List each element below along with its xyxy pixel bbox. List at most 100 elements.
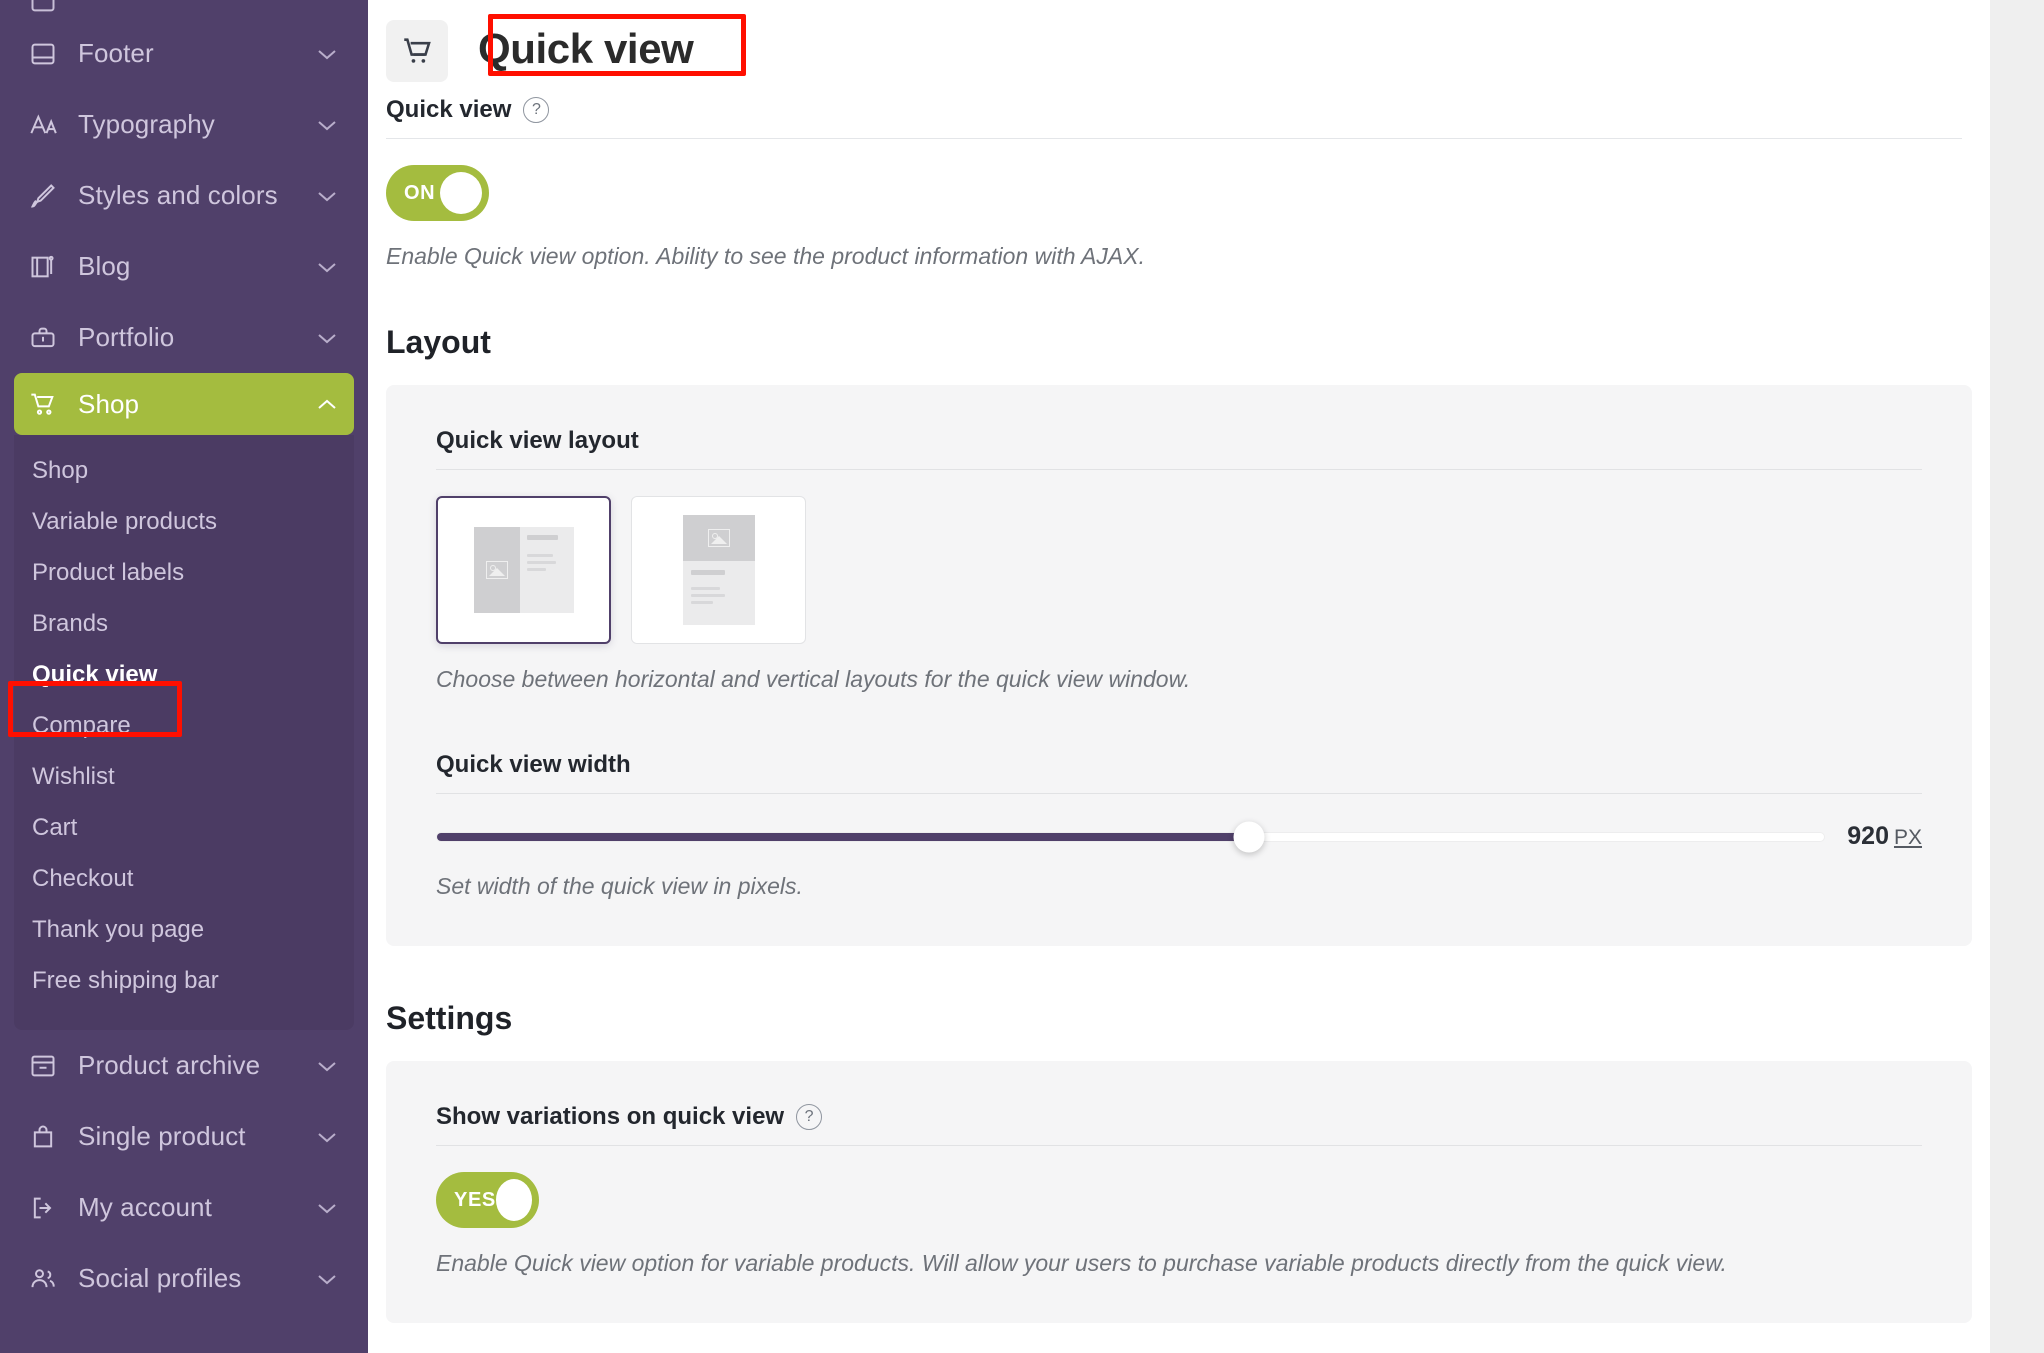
layout-options: [436, 496, 1922, 644]
divider: [436, 793, 1922, 794]
chevron-down-icon[interactable]: [314, 1195, 340, 1221]
archive-icon: [26, 1049, 60, 1083]
submenu-item-variable-products[interactable]: Variable products: [14, 496, 354, 547]
preview-text-area: [519, 527, 574, 613]
shop-submenu: Shop Variable products Product labels Br…: [14, 435, 354, 1030]
app-root: Footer Typography Styles and colors Blog: [0, 0, 2044, 1353]
chevron-down-icon[interactable]: [314, 1124, 340, 1150]
slider-thumb[interactable]: [1233, 821, 1265, 852]
chevron-down-icon[interactable]: [314, 183, 340, 209]
toggle-state-label: ON: [404, 181, 436, 204]
show-variations-toggle[interactable]: YES: [436, 1172, 539, 1228]
submenu-item-label: Cart: [32, 813, 78, 841]
submenu-item-label: Thank you page: [32, 915, 205, 943]
quick-view-layout-field: Quick view layout Choose between horizon…: [436, 427, 1922, 693]
page-title: Quick view: [478, 25, 694, 72]
submenu-item-compare[interactable]: Compare: [14, 700, 354, 751]
sidebar-item-label: My account: [78, 1192, 212, 1222]
sidebar-item-single-product[interactable]: Single product: [0, 1101, 368, 1172]
blog-icon: [26, 250, 60, 284]
width-slider[interactable]: [436, 821, 1826, 852]
sidebar-item-partial-top[interactable]: [0, 0, 368, 18]
bag-icon: [26, 1120, 60, 1154]
sidebar-item-portfolio[interactable]: Portfolio: [0, 302, 368, 373]
slider-fill: [437, 832, 1249, 841]
submenu-item-label: Compare: [32, 711, 131, 739]
field-label: Quick view: [386, 96, 512, 123]
submenu-item-label: Checkout: [32, 864, 134, 892]
sidebar-item-label: Blog: [78, 251, 131, 281]
width-unit[interactable]: PX: [1894, 826, 1922, 849]
layout-option-vertical[interactable]: [631, 496, 806, 644]
sidebar-item-typography[interactable]: Typography: [0, 89, 368, 160]
image-placeholder-icon: [707, 529, 730, 547]
brush-icon: [26, 179, 60, 213]
layout-option-horizontal[interactable]: [436, 496, 611, 644]
field-label: Quick view width: [436, 751, 631, 778]
footer-icon: [26, 37, 60, 71]
quick-view-width-field: Quick view width 920 PX Set width of the …: [436, 751, 1922, 900]
field-label: Quick view layout: [436, 427, 639, 454]
sidebar-item-label: Product archive: [78, 1050, 261, 1080]
submenu-item-free-shipping-bar[interactable]: Free shipping bar: [14, 955, 354, 1006]
submenu-item-label: Quick view: [32, 660, 158, 688]
sidebar-item-label: Styles and colors: [78, 180, 278, 210]
page-header: Quick view: [368, 0, 1990, 96]
chevron-down-icon[interactable]: [314, 1266, 340, 1292]
toggle-knob: [495, 1179, 532, 1221]
sidebar-item-styles-and-colors[interactable]: Styles and colors: [0, 160, 368, 231]
width-value: 920 PX: [1847, 822, 1922, 851]
main-content: Quick view Quick view ? ON Enable Quick …: [368, 0, 2044, 1353]
preview-bar: [526, 554, 553, 557]
people-icon: [26, 1262, 60, 1296]
typography-icon: [26, 108, 60, 142]
sidebar-item-product-archive[interactable]: Product archive: [0, 1030, 368, 1101]
help-icon[interactable]: ?: [796, 1104, 823, 1130]
submenu-item-brands[interactable]: Brands: [14, 598, 354, 649]
submenu-item-label: Variable products: [32, 507, 217, 535]
submenu-item-label: Wishlist: [32, 762, 115, 790]
submenu-item-shop[interactable]: Shop: [14, 445, 354, 496]
sidebar-item-social-profiles[interactable]: Social profiles: [0, 1243, 368, 1314]
quick-view-toggle[interactable]: ON: [386, 165, 489, 221]
chevron-down-icon[interactable]: [314, 41, 340, 67]
submenu-item-cart[interactable]: Cart: [14, 802, 354, 853]
submenu-item-product-labels[interactable]: Product labels: [14, 547, 354, 598]
field-description: Choose between horizontal and vertical l…: [436, 666, 1191, 692]
sidebar-item-footer[interactable]: Footer: [0, 18, 368, 89]
sidebar-item-label: Typography: [78, 109, 215, 139]
chevron-down-icon[interactable]: [314, 254, 340, 280]
submenu-item-wishlist[interactable]: Wishlist: [14, 751, 354, 802]
settings-panel: Show variations on quick view ? YES Enab…: [386, 1061, 1972, 1323]
width-number: 920: [1847, 822, 1889, 850]
help-icon[interactable]: ?: [523, 97, 550, 123]
chevron-down-icon[interactable]: [314, 1053, 340, 1079]
field-label-row: Show variations on quick view ?: [436, 1103, 1922, 1145]
preview-image-area: [682, 515, 755, 561]
preview-bar: [690, 601, 713, 604]
submenu-item-label: Brands: [32, 609, 109, 637]
briefcase-icon: [26, 321, 60, 355]
submenu-item-checkout[interactable]: Checkout: [14, 853, 354, 904]
chevron-down-icon[interactable]: [314, 325, 340, 351]
field-label: Show variations on quick view: [436, 1103, 785, 1130]
submenu-item-label: Shop: [32, 456, 89, 484]
submenu-item-quick-view[interactable]: Quick view: [14, 649, 354, 700]
divider: [436, 469, 1922, 470]
submenu-item-thank-you-page[interactable]: Thank you page: [14, 904, 354, 955]
sidebar-item-shop[interactable]: Shop: [14, 373, 354, 435]
sidebar-item-blog[interactable]: Blog: [0, 231, 368, 302]
divider: [386, 138, 1962, 139]
chevron-up-icon[interactable]: [314, 391, 340, 417]
sidebar-item-my-account[interactable]: My account: [0, 1172, 368, 1243]
horizontal-layout-preview: [473, 527, 574, 613]
sidebar-item-label: Portfolio: [78, 322, 175, 352]
login-icon: [26, 1191, 60, 1225]
partial-icon: [26, 0, 60, 18]
preview-bar: [690, 594, 726, 597]
quick-view-field: Quick view ? ON Enable Quick view option…: [368, 96, 1990, 270]
right-gutter: [1990, 0, 2044, 1353]
chevron-down-icon[interactable]: [314, 112, 340, 138]
sidebar-item-label: Shop: [78, 388, 140, 419]
submenu-item-label: Free shipping bar: [32, 966, 219, 994]
